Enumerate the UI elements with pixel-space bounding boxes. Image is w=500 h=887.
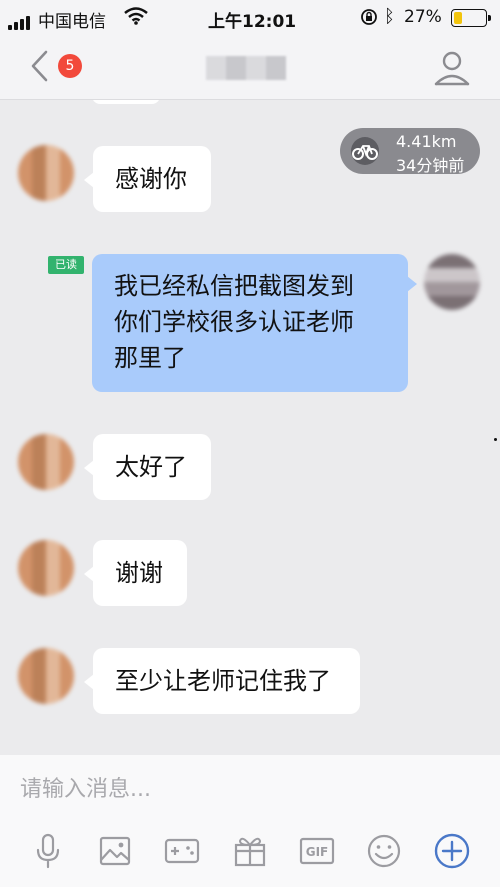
message-text: 太好了 <box>115 453 187 481</box>
bubble-tail <box>407 276 417 292</box>
profile-icon <box>434 51 470 86</box>
gift-icon <box>234 837 266 867</box>
microphone-icon <box>36 833 60 869</box>
message-input[interactable] <box>20 769 480 809</box>
wifi-icon <box>124 7 148 30</box>
emoji-button[interactable] <box>362 829 406 873</box>
scroll-dot <box>494 438 497 441</box>
gift-button[interactable] <box>228 829 272 873</box>
avatar[interactable] <box>18 540 74 596</box>
message-text: 谢谢 <box>115 559 163 587</box>
message-bubble[interactable]: 至少让老师记住我了 <box>93 648 360 714</box>
battery-percent: 27% <box>404 7 442 27</box>
plus-button[interactable] <box>430 829 474 873</box>
message-text: 至少让老师记住我了 <box>115 667 331 695</box>
gif-icon: GIF <box>299 837 335 865</box>
chat-area[interactable]: 4.41km 34分钟前 感谢你 已读 我已经私信把截图发到 你们学校很多认证老… <box>0 100 500 755</box>
composer-toolbar: GIF <box>0 829 500 879</box>
orientation-lock-icon <box>360 8 378 31</box>
message-bubble[interactable]: 感谢你 <box>93 146 211 212</box>
carrier-name: 中国电信 <box>38 12 106 32</box>
game-button[interactable] <box>160 829 204 873</box>
distance-km: 4.41km <box>396 132 457 151</box>
signal-icon <box>8 10 32 30</box>
contact-name-blurred <box>206 56 286 80</box>
nav-bar: 5 <box>0 34 500 100</box>
message-bubble[interactable]: 谢谢 <box>93 540 187 606</box>
message-text-line: 你们学校很多认证老师 <box>114 308 354 336</box>
avatar[interactable] <box>18 648 74 704</box>
previous-message-bubble <box>92 100 160 104</box>
game-icon <box>164 838 200 864</box>
microphone-button[interactable] <box>26 829 70 873</box>
message-bubble-self[interactable]: 我已经私信把截图发到 你们学校很多认证老师 那里了 <box>92 254 408 392</box>
plus-icon <box>434 833 470 869</box>
message-text-line: 那里了 <box>114 344 186 372</box>
avatar[interactable] <box>18 145 74 201</box>
distance-time: 34分钟前 <box>396 156 465 175</box>
avatar[interactable] <box>18 434 74 490</box>
read-status-tag: 已读 <box>48 256 84 274</box>
clock: 上午12:01 <box>208 12 297 32</box>
image-button[interactable] <box>93 829 137 873</box>
battery-icon <box>451 9 491 27</box>
status-bar: 中国电信 上午12:01 ᛒ 27% <box>0 0 500 34</box>
bluetooth-icon: ᛒ <box>384 6 395 27</box>
unread-badge: 5 <box>58 54 82 78</box>
composer: GIF <box>0 755 500 887</box>
image-icon <box>99 836 131 866</box>
message-text: 感谢你 <box>115 165 187 193</box>
bicycle-icon <box>351 137 379 165</box>
emoji-icon <box>367 834 401 868</box>
message-bubble[interactable]: 太好了 <box>93 434 211 500</box>
message-text-line: 我已经私信把截图发到 <box>114 272 354 300</box>
gif-button[interactable]: GIF <box>295 829 339 873</box>
distance-indicator: 4.41km 34分钟前 <box>340 128 480 175</box>
gif-label: GIF <box>306 845 329 859</box>
avatar-self[interactable] <box>424 254 480 310</box>
chevron-left-icon <box>31 50 48 82</box>
profile-button[interactable] <box>430 46 474 90</box>
